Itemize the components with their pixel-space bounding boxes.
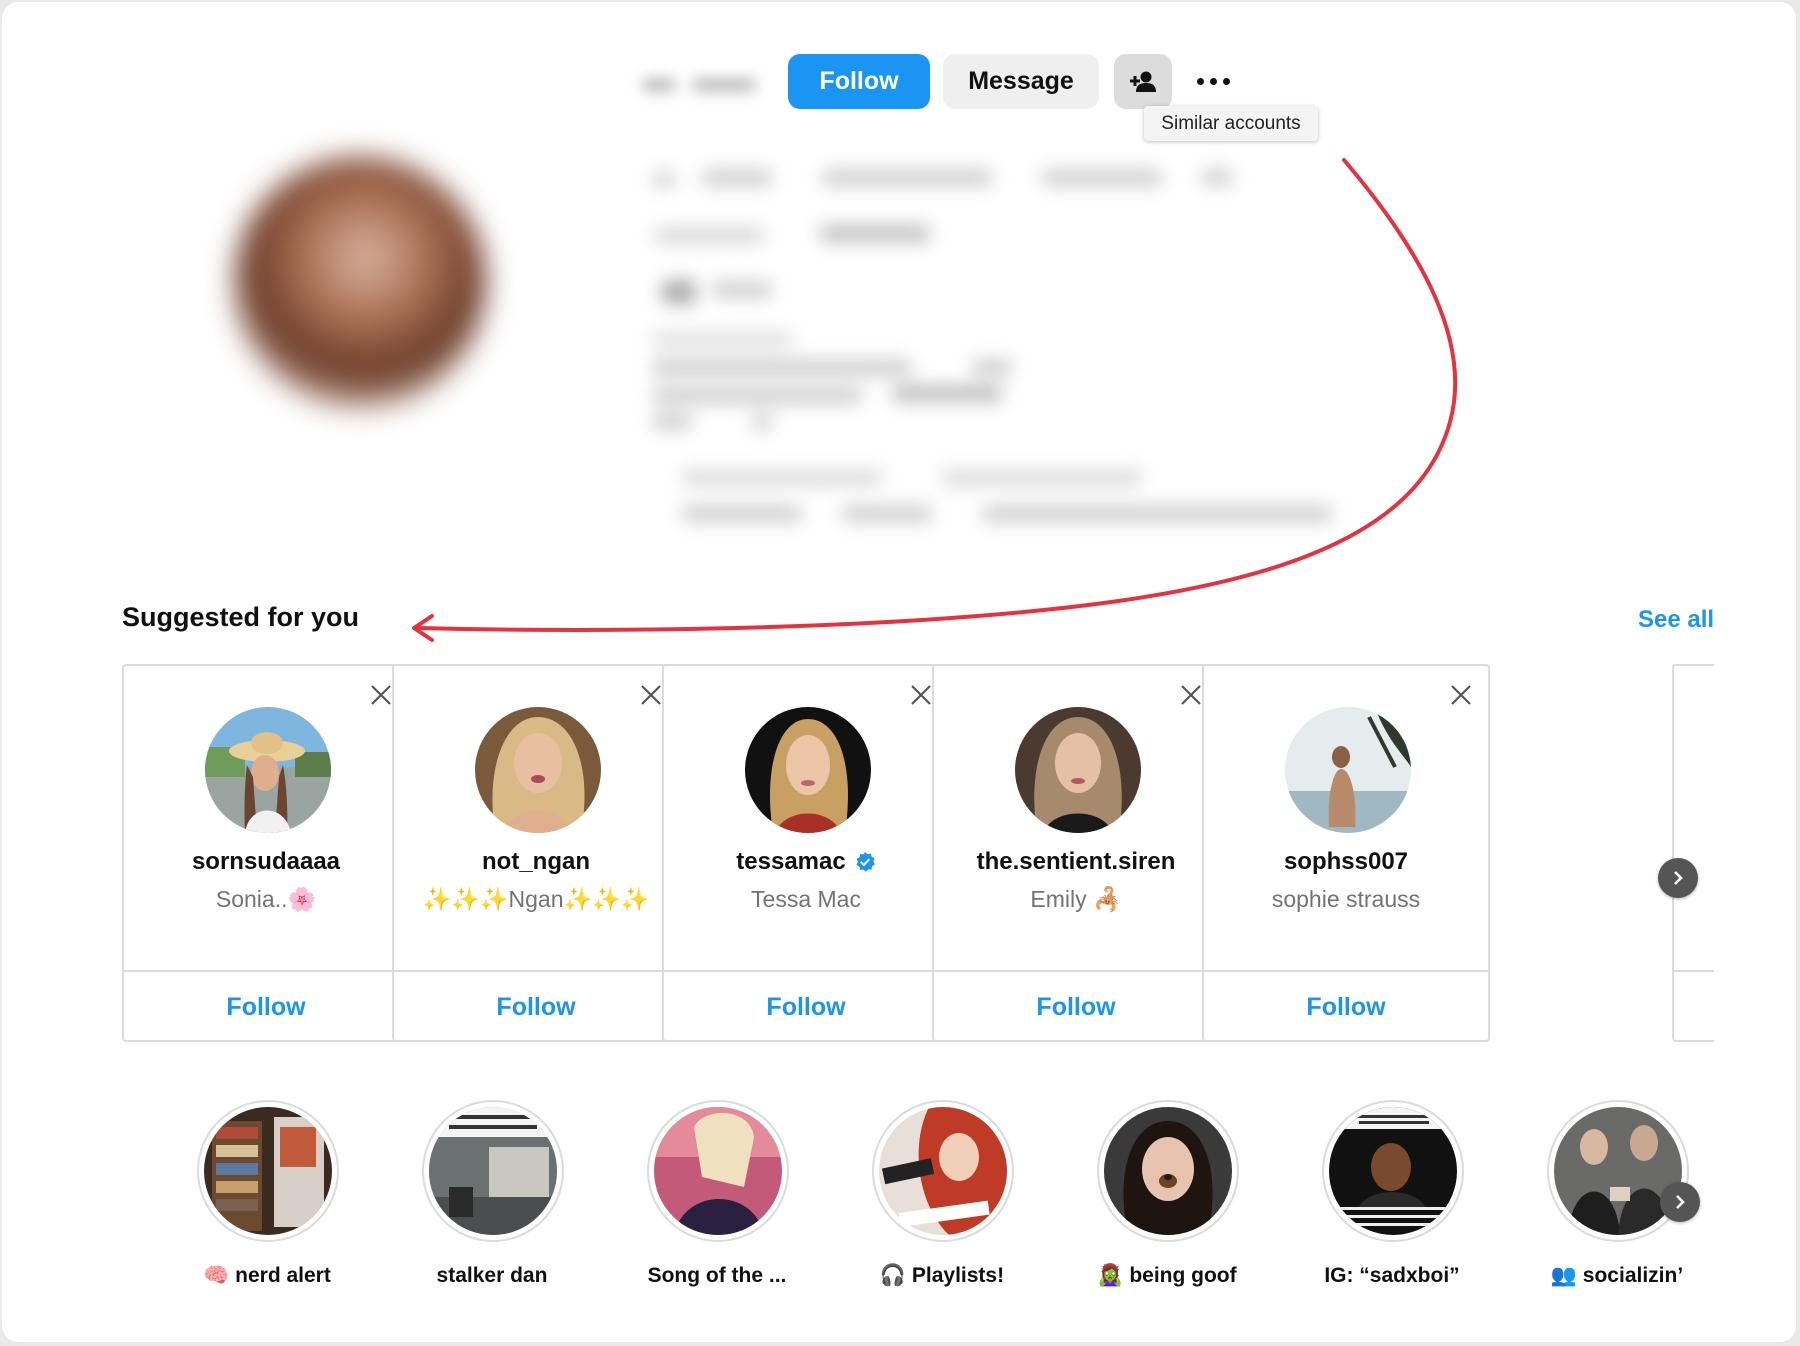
suggested-card: the.sentient.siren Emily 🦂 Follow bbox=[932, 664, 1220, 1042]
suggested-username[interactable]: sornsudaaaa bbox=[124, 848, 408, 876]
highlight-label: stalker dan bbox=[436, 1264, 548, 1287]
suggested-follow-button[interactable]: Follow bbox=[1204, 972, 1488, 1042]
close-icon[interactable] bbox=[1178, 682, 1204, 708]
avatar[interactable] bbox=[205, 707, 331, 833]
suggested-carousel: sornsudaaaa Sonia..🌸 Follow not_ngan ✨✨✨… bbox=[122, 664, 1714, 1044]
highlight-item[interactable]: IG: “sadxboi” bbox=[1282, 1100, 1502, 1300]
avatar[interactable] bbox=[475, 707, 601, 833]
highlights-next-button[interactable] bbox=[1660, 1182, 1700, 1222]
suggested-card-partial bbox=[1672, 664, 1714, 1042]
suggested-username[interactable]: tessamac bbox=[664, 848, 948, 876]
blurred-profile-details bbox=[642, 152, 1432, 552]
suggested-username[interactable]: not_ngan bbox=[394, 848, 678, 876]
highlight-label: 🎧 Playlists! bbox=[879, 1264, 1005, 1287]
avatar[interactable] bbox=[1285, 707, 1411, 833]
highlight-label: 👥 socializin’ bbox=[1550, 1264, 1684, 1287]
suggested-follow-button[interactable]: Follow bbox=[934, 972, 1218, 1042]
suggested-follow-button[interactable]: Follow bbox=[124, 972, 408, 1042]
suggested-fullname: sophie strauss bbox=[1271, 886, 1421, 912]
close-icon[interactable] bbox=[1448, 682, 1474, 708]
follow-button[interactable]: Follow bbox=[788, 54, 930, 109]
card-divider bbox=[1674, 970, 1714, 972]
suggested-card: not_ngan ✨✨✨Ngan✨✨✨ Follow bbox=[392, 664, 680, 1042]
suggested-username[interactable]: the.sentient.siren bbox=[934, 848, 1218, 876]
highlight-item[interactable]: 🧠 nerd alert bbox=[157, 1100, 377, 1300]
avatar[interactable] bbox=[745, 707, 871, 833]
similar-accounts-button[interactable] bbox=[1114, 54, 1172, 109]
more-icon bbox=[1196, 78, 1230, 85]
suggested-card: sophss007 sophie strauss Follow bbox=[1202, 664, 1490, 1042]
blurred-username bbox=[642, 64, 762, 104]
suggested-next-button[interactable] bbox=[1658, 858, 1698, 898]
close-icon[interactable] bbox=[368, 682, 394, 708]
suggested-fullname: Tessa Mac bbox=[751, 886, 861, 912]
highlight-cover bbox=[422, 1100, 564, 1242]
highlight-cover bbox=[1322, 1100, 1464, 1242]
highlight-cover bbox=[647, 1100, 789, 1242]
highlight-item[interactable]: stalker dan bbox=[382, 1100, 602, 1300]
verified-badge-icon bbox=[856, 852, 875, 872]
more-options-button[interactable] bbox=[1184, 54, 1242, 109]
suggested-follow-button[interactable]: Follow bbox=[664, 972, 948, 1042]
window-frame: Follow Message Similar accounts Suggeste… bbox=[2, 2, 1796, 1342]
highlight-cover bbox=[872, 1100, 1014, 1242]
suggested-follow-button[interactable]: Follow bbox=[394, 972, 678, 1042]
suggested-fullname: Sonia..🌸 bbox=[215, 886, 317, 912]
suggested-card: tessamac Tessa Mac Follow bbox=[662, 664, 950, 1042]
similar-accounts-tooltip: Similar accounts bbox=[1144, 106, 1318, 141]
chevron-right-icon bbox=[1676, 1195, 1685, 1209]
chevron-right-icon bbox=[1674, 871, 1683, 885]
highlight-cover bbox=[197, 1100, 339, 1242]
profile-avatar-blurred bbox=[234, 157, 486, 409]
highlight-label: 🧟‍♀️ being goof bbox=[1097, 1264, 1237, 1287]
suggested-username[interactable]: sophss007 bbox=[1204, 848, 1488, 876]
avatar[interactable] bbox=[1015, 707, 1141, 833]
highlight-cover bbox=[1097, 1100, 1239, 1242]
highlight-label: 🧠 nerd alert bbox=[203, 1264, 331, 1287]
see-all-link[interactable]: See all bbox=[1638, 606, 1714, 634]
close-icon[interactable] bbox=[638, 682, 664, 708]
suggested-fullname: ✨✨✨Ngan✨✨✨ bbox=[422, 886, 650, 912]
highlight-item[interactable]: 🧟‍♀️ being goof bbox=[1057, 1100, 1277, 1300]
add-person-icon bbox=[1130, 71, 1156, 92]
suggested-fullname: Emily 🦂 bbox=[1030, 886, 1122, 912]
highlight-label: IG: “sadxboi” bbox=[1324, 1264, 1460, 1287]
highlight-cover bbox=[1547, 1100, 1689, 1242]
highlight-label: Song of the ... bbox=[647, 1264, 787, 1287]
highlight-item[interactable]: 🎧 Playlists! bbox=[832, 1100, 1052, 1300]
suggested-title: Suggested for you bbox=[122, 602, 360, 632]
message-button[interactable]: Message bbox=[943, 54, 1099, 109]
highlight-item[interactable]: Song of the ... bbox=[607, 1100, 827, 1300]
close-icon[interactable] bbox=[908, 682, 934, 708]
suggested-card: sornsudaaaa Sonia..🌸 Follow bbox=[122, 664, 410, 1042]
